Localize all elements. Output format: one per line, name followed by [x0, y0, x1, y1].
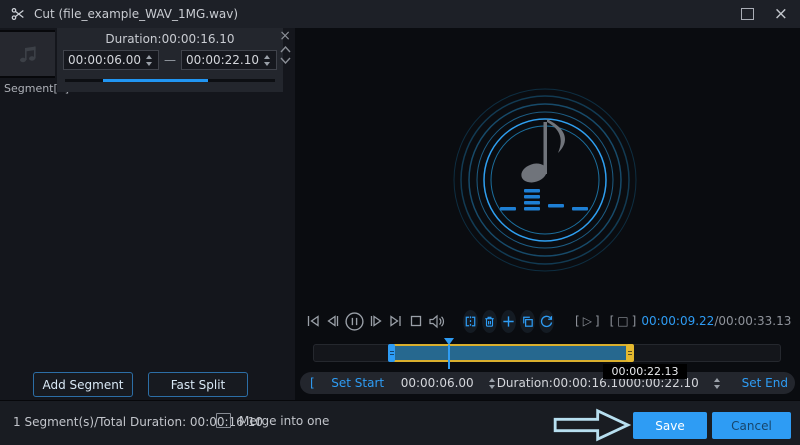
volume-button[interactable]: [427, 309, 446, 333]
annotation-arrow-icon: [553, 408, 632, 442]
timeline-selection[interactable]: [388, 344, 634, 362]
drag-time-tooltip: 00:00:22.13: [603, 364, 687, 379]
footer: 1 Segment(s)/Total Duration: 00:00:16.10…: [0, 400, 800, 445]
cut-dialog: Cut (file_example_WAV_1MG.wav) × Segment…: [0, 0, 800, 445]
equalizer-bars: [500, 189, 588, 211]
window-title: Cut (file_example_WAV_1MG.wav): [34, 7, 239, 21]
add-segment-button[interactable]: Add Segment: [33, 372, 133, 397]
add-segment-icon-button[interactable]: [501, 309, 516, 333]
step-forward-button[interactable]: [367, 309, 385, 333]
play-icon: ▷: [582, 314, 592, 328]
music-note-icon: [521, 119, 565, 183]
segment-start-stepper[interactable]: [144, 53, 154, 68]
trim-end-stepper[interactable]: [712, 376, 722, 391]
trim-bar: [ Set Start 00:00:06.00 Duration:00:00:1…: [300, 372, 795, 394]
segment-end-value: 00:00:22.10: [186, 53, 259, 67]
cancel-button[interactable]: Cancel: [712, 412, 791, 439]
skip-start-button[interactable]: [304, 309, 322, 333]
merge-into-one[interactable]: Merge into one: [216, 413, 329, 428]
segment-mini-timeline: [65, 79, 275, 82]
stepper-up-icon[interactable]: [488, 377, 495, 382]
copy-segment-button[interactable]: [520, 309, 535, 333]
preview-area: [ ▷ ] [ □ ] 00:00:09.22/00:00:33.13 00:0…: [295, 28, 800, 400]
reset-button[interactable]: [539, 309, 554, 333]
trim-start-stepper[interactable]: [487, 376, 497, 391]
fast-split-button[interactable]: Fast Split: [148, 372, 248, 397]
delete-segment-button[interactable]: [482, 309, 497, 333]
split-button[interactable]: [463, 309, 478, 333]
skip-end-button[interactable]: [387, 309, 405, 333]
stop-button[interactable]: [407, 309, 425, 333]
stop-segment-button[interactable]: [ □ ]: [610, 314, 637, 328]
segment-panel: Segment[1] Duration:00:00:16.10 00:00:06…: [0, 28, 295, 400]
segment-end-input[interactable]: 00:00:22.10: [181, 50, 277, 70]
timeline-track[interactable]: [313, 338, 781, 369]
segment-move-down-icon[interactable]: [280, 57, 291, 64]
playhead-triangle-icon: [444, 338, 454, 345]
remove-segment-icon[interactable]: ×: [279, 29, 291, 43]
total-time: /00:00:33.13: [714, 314, 792, 328]
set-end-button[interactable]: Set End: [722, 376, 800, 390]
trim-start-value: 00:00:06.00: [400, 376, 474, 390]
current-time: 00:00:09.22: [641, 314, 715, 328]
segment-mini-timeline-fill: [102, 79, 208, 82]
segment-start-input[interactable]: 00:00:06.00: [63, 50, 159, 70]
segment-editor: Duration:00:00:16.10 00:00:06.00 — 00:00…: [57, 28, 283, 92]
merge-label: Merge into one: [239, 413, 330, 428]
trim-start-input[interactable]: 00:00:06.00: [401, 376, 497, 391]
pause-button[interactable]: [344, 309, 365, 333]
step-back-button[interactable]: [324, 309, 342, 333]
play-segment-button[interactable]: [ ▷ ]: [575, 314, 600, 328]
stepper-down-icon[interactable]: [264, 61, 270, 66]
transport-controls: [ ▷ ] [ □ ] 00:00:09.22/00:00:33.13: [303, 307, 791, 335]
save-button[interactable]: Save: [633, 412, 707, 439]
range-separator: —: [164, 53, 176, 67]
stepper-up-icon[interactable]: [264, 54, 270, 59]
segment-end-stepper[interactable]: [262, 53, 272, 68]
stop-icon: □: [617, 314, 629, 328]
segment-move-up-icon[interactable]: [280, 46, 291, 53]
merge-checkbox[interactable]: [216, 413, 231, 428]
stepper-down-icon[interactable]: [146, 61, 152, 66]
time-display: 00:00:09.22/00:00:33.13: [641, 314, 791, 328]
maximize-icon[interactable]: [740, 8, 754, 20]
stepper-up-icon[interactable]: [146, 54, 152, 59]
stepper-up-icon[interactable]: [713, 377, 720, 382]
segment-duration-text: Duration:00:00:16.10: [105, 32, 235, 46]
audio-visualization: [453, 88, 637, 272]
close-icon[interactable]: ×: [774, 5, 788, 23]
selection-start-handle[interactable]: [388, 344, 395, 362]
segment-thumbnail[interactable]: [0, 30, 55, 78]
scissors-icon: [9, 6, 26, 23]
segment-start-value: 00:00:06.00: [68, 53, 141, 67]
selection-end-handle[interactable]: [626, 344, 634, 362]
titlebar: Cut (file_example_WAV_1MG.wav) ×: [0, 0, 800, 28]
playhead[interactable]: [443, 338, 455, 369]
set-start-button[interactable]: Set Start: [315, 376, 401, 390]
music-notes-icon: [19, 46, 36, 63]
stepper-down-icon[interactable]: [488, 384, 495, 389]
stepper-down-icon[interactable]: [713, 384, 720, 389]
playhead-line: [448, 345, 450, 369]
